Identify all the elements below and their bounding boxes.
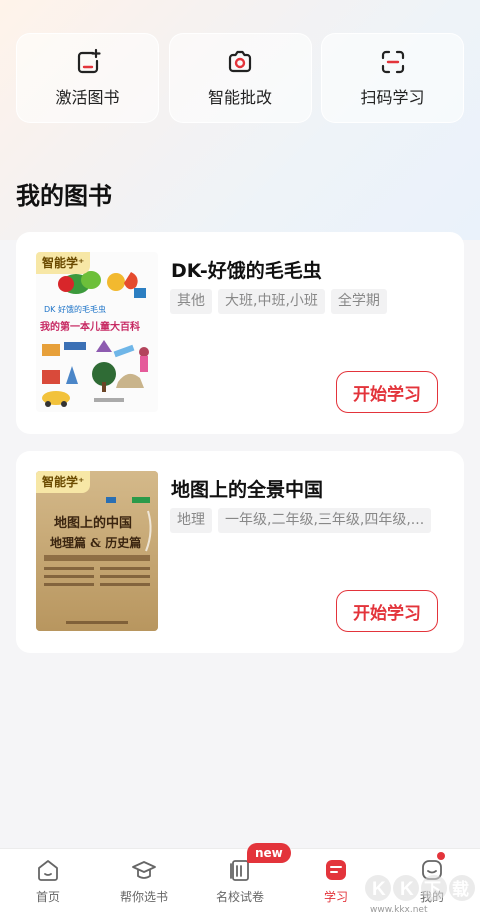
- tab-book-picker[interactable]: 帮你选书: [96, 849, 192, 917]
- activate-book-button[interactable]: 激活图书: [16, 33, 159, 123]
- book-cover[interactable]: 智能学⁺ 地图上的中国 地理篇 & 历史篇: [36, 471, 158, 631]
- caterpillar-cover-art: DK 好饿的毛毛虫 我的第一本儿童大百科: [36, 252, 158, 412]
- my-books-title: 我的图书: [16, 182, 112, 210]
- new-badge: new: [247, 843, 291, 863]
- svg-text:下: 下: [424, 880, 441, 900]
- cover-title: 我的第一本儿童大百科: [40, 320, 140, 333]
- book-title: DK-好饿的毛毛虫: [171, 260, 322, 282]
- smart-grading-label: 智能批改: [207, 88, 272, 107]
- book-card[interactable]: 智能学⁺ DK 好饿的毛毛虫 我的第一本儿童大百科 DK-好饿的毛毛虫 其他 大…: [16, 232, 464, 434]
- notification-dot: [437, 852, 445, 860]
- tag-grade: 一年级,二年级,三年级,四年级,...: [218, 508, 432, 533]
- china-map-cover-art: 地图上的中国 地理篇 & 历史篇: [36, 471, 158, 631]
- home-icon: [38, 860, 58, 881]
- book-tags: 其他 大班,中班,小班 全学期: [170, 289, 387, 314]
- svg-text:K: K: [400, 879, 414, 900]
- book-card[interactable]: 智能学⁺ 地图上的中国 地理篇 & 历史篇 地图上的全景中国 地理 一年级,二年…: [16, 451, 464, 653]
- svg-text:K: K: [372, 879, 386, 900]
- camera-icon: [228, 50, 252, 73]
- tag-term: 全学期: [330, 289, 387, 314]
- tab-exam-papers-label: 名校试卷: [215, 890, 264, 904]
- tag-subject: 其他: [170, 289, 212, 314]
- tab-home-label: 首页: [35, 890, 60, 904]
- cover-subtitle: DK 好饿的毛毛虫: [44, 304, 106, 314]
- cover-badge: 智能学⁺: [36, 471, 91, 493]
- tag-subject: 地理: [170, 508, 212, 533]
- tab-book-picker-label: 帮你选书: [119, 890, 168, 904]
- book-title: 地图上的全景中国: [171, 479, 324, 501]
- book-tags: 地理 一年级,二年级,三年级,四年级,...: [170, 508, 432, 533]
- tag-grade: 大班,中班,小班: [218, 289, 325, 314]
- graduation-cap-icon: [132, 861, 156, 879]
- study-icon: [326, 860, 346, 880]
- start-learning-button[interactable]: 开始学习: [336, 590, 438, 632]
- tab-study-label: 学习: [323, 890, 348, 904]
- add-book-icon: [77, 48, 101, 74]
- tab-home[interactable]: 首页: [0, 849, 96, 917]
- scan-learn-label: 扫码学习: [360, 88, 425, 107]
- scan-learn-button[interactable]: 扫码学习: [321, 33, 464, 123]
- start-learning-button[interactable]: 开始学习: [336, 371, 438, 413]
- smart-grading-button[interactable]: 智能批改: [168, 33, 312, 123]
- cover-title-line2: 地理篇 & 历史篇: [50, 535, 141, 550]
- activate-book-label: 激活图书: [55, 88, 120, 107]
- book-cover[interactable]: 智能学⁺ DK 好饿的毛毛虫 我的第一本儿童大百科: [36, 252, 158, 412]
- quick-actions: 激活图书 智能批改 扫码学习: [16, 33, 464, 123]
- watermark-url: www.kkx.net: [370, 905, 428, 915]
- svg-text:载: 载: [452, 879, 469, 900]
- cover-title-line1: 地图上的中国: [54, 515, 132, 531]
- cover-badge: 智能学⁺: [36, 252, 91, 274]
- scan-icon: [381, 50, 404, 74]
